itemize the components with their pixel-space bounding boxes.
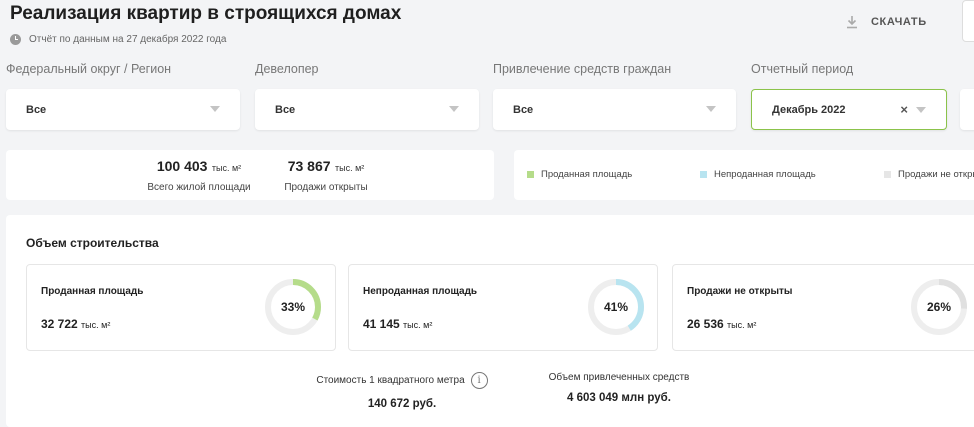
raised-funds: Объем привлеченных средств 4 603 049 млн… bbox=[529, 372, 709, 404]
legend-label: Проданная площадь bbox=[541, 169, 633, 180]
price-per-m2-value: 140 672 руб. bbox=[367, 398, 437, 410]
chevron-down-icon bbox=[210, 106, 220, 112]
filter-label-funding: Привлечение средств граждан bbox=[493, 62, 672, 76]
metric-number: 41 145 bbox=[363, 317, 400, 331]
raised-funds-label: Объем привлеченных средств bbox=[548, 372, 690, 383]
metric-unit: тыс. м² bbox=[81, 320, 111, 330]
region-select-value: Все bbox=[26, 103, 47, 116]
legend-label: Продажи не открыты bbox=[898, 169, 974, 180]
sales-open-label: Продажи открыты bbox=[284, 182, 368, 193]
filter-label-period: Отчетный период bbox=[751, 62, 854, 76]
metric-label: Продажи не открыты bbox=[687, 286, 793, 297]
price-per-m2: Стоимость 1 квадратного метра i 140 672 … bbox=[302, 372, 502, 410]
raised-funds-value: 4 603 049 млн руб. bbox=[567, 392, 671, 404]
total-area-value: 100 403 bbox=[156, 158, 208, 174]
metric-value: 41 145 тыс. м² bbox=[363, 317, 432, 331]
construction-card: Объем строительства Проданная площадь 32… bbox=[6, 215, 974, 427]
legend-swatch bbox=[700, 171, 707, 178]
funding-select[interactable]: Все bbox=[493, 89, 736, 130]
legend-item-not-open: Продажи не открыты bbox=[884, 169, 974, 180]
legend-label: Непроданная площадь bbox=[714, 169, 816, 180]
metric-unsold: Непроданная площадь 41 145 тыс. м² 41% bbox=[348, 264, 658, 351]
filter-label-region: Федеральный округ / Регион bbox=[6, 62, 172, 76]
donut-percent: 33% bbox=[280, 300, 306, 314]
developer-select-value: Все bbox=[275, 103, 296, 116]
metric-unit: тыс. м² bbox=[403, 320, 433, 330]
chevron-down-icon bbox=[916, 107, 926, 113]
download-label: СКАЧАТЬ bbox=[871, 16, 927, 28]
donut-percent: 41% bbox=[603, 300, 629, 314]
donut-percent: 26% bbox=[926, 300, 952, 314]
totals-card: 100 403 тыс. м² Всего жилой площади 73 8… bbox=[6, 150, 494, 200]
chevron-down-icon bbox=[449, 106, 459, 112]
legend-swatch bbox=[884, 171, 891, 178]
funding-select-value: Все bbox=[513, 103, 534, 116]
price-per-m2-label: Стоимость 1 квадратного метра bbox=[316, 375, 465, 386]
extra-select[interactable] bbox=[960, 89, 974, 130]
period-select[interactable]: Декабрь 2022 × bbox=[751, 89, 947, 130]
clear-icon[interactable]: × bbox=[900, 102, 908, 117]
metric-unit: тыс. м² bbox=[727, 320, 757, 330]
download-button[interactable]: СКАЧАТЬ bbox=[845, 15, 927, 29]
report-date-note: Отчёт по данным на 27 декабря 2022 года bbox=[10, 34, 226, 45]
info-icon[interactable]: i bbox=[470, 372, 488, 389]
download-icon bbox=[847, 16, 857, 29]
legend-item-sold: Проданная площадь bbox=[527, 169, 632, 180]
metric-value: 32 722 тыс. м² bbox=[41, 317, 110, 331]
period-select-value: Декабрь 2022 bbox=[772, 103, 846, 116]
sales-open-value: 73 867 bbox=[287, 158, 331, 174]
filter-label-developer: Девелопер bbox=[255, 62, 319, 76]
page-title: Реализация квартир в строящихся домах bbox=[10, 3, 402, 24]
legend-swatch bbox=[527, 171, 534, 178]
report-date-text: Отчёт по данным на 27 декабря 2022 года bbox=[29, 34, 227, 45]
metric-not-open: Продажи не открыты 26 536 тыс. м² 26% bbox=[672, 264, 974, 351]
section-title: Объем строительства bbox=[26, 236, 159, 250]
metric-sold: Проданная площадь 32 722 тыс. м² 33% bbox=[26, 264, 336, 351]
metric-label: Непроданная площадь bbox=[363, 286, 478, 297]
total-area-label: Всего жилой площади bbox=[147, 182, 251, 193]
metric-number: 32 722 bbox=[41, 317, 78, 331]
region-select[interactable]: Все bbox=[6, 89, 240, 130]
sales-open-unit: тыс. м² bbox=[335, 163, 365, 173]
menu-button[interactable] bbox=[962, 0, 974, 42]
sales-open: 73 867 тыс. м² Продажи открыты bbox=[264, 158, 388, 193]
metric-value: 26 536 тыс. м² bbox=[687, 317, 756, 331]
metric-number: 26 536 bbox=[687, 317, 724, 331]
legend-card: Проданная площадь Непроданная площадь Пр… bbox=[514, 150, 974, 200]
total-area: 100 403 тыс. м² Всего жилой площади bbox=[114, 158, 284, 193]
total-area-unit: тыс. м² bbox=[211, 163, 242, 173]
developer-select[interactable]: Все bbox=[255, 89, 479, 130]
legend-item-unsold: Непроданная площадь bbox=[700, 169, 816, 180]
clock-icon bbox=[10, 34, 21, 45]
chevron-down-icon bbox=[706, 106, 716, 112]
metric-label: Проданная площадь bbox=[41, 286, 144, 297]
